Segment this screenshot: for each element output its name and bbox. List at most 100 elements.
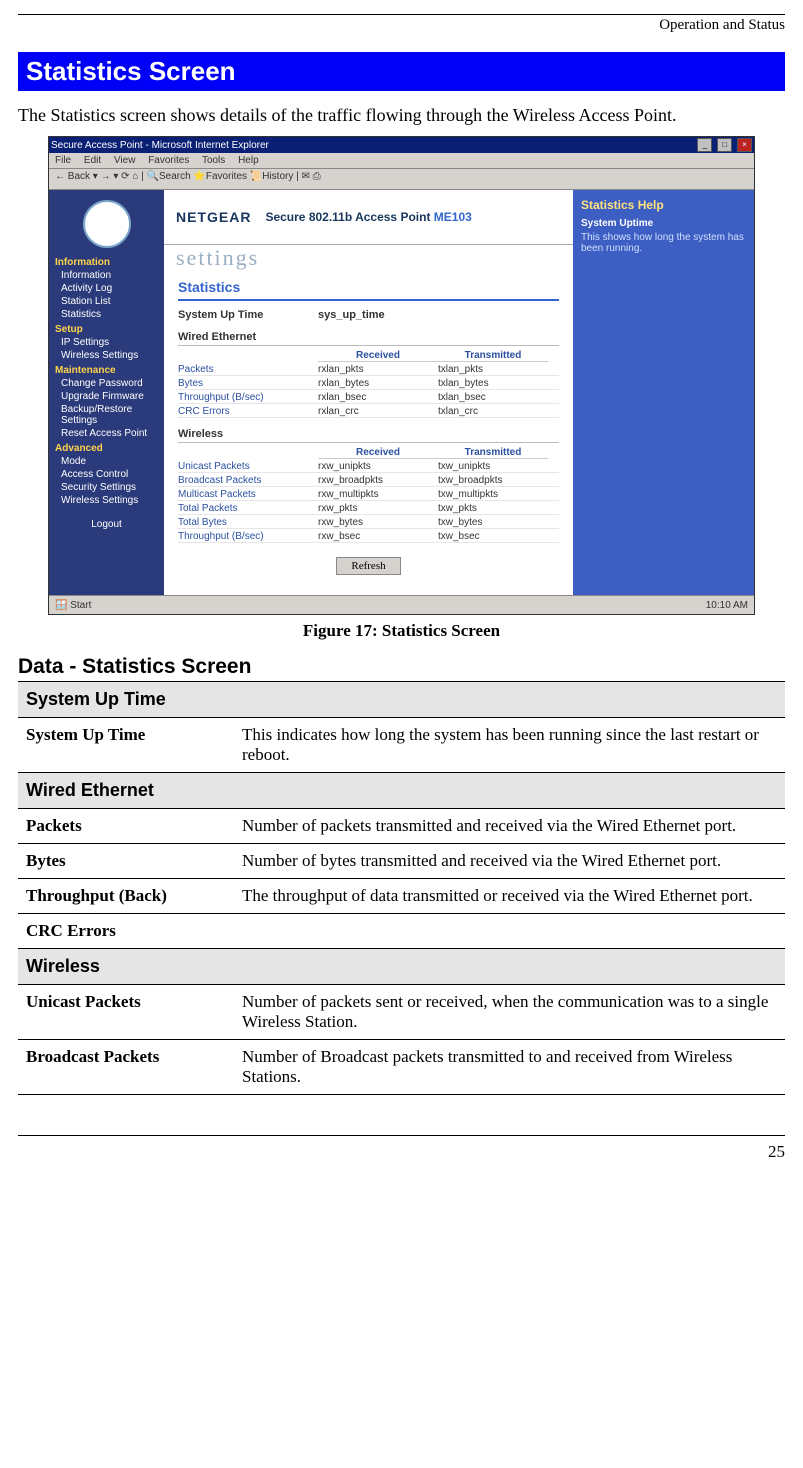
browser-menubar: File Edit View Favorites Tools Help — [49, 153, 754, 169]
stat-tx: txw_pkts — [438, 503, 548, 514]
table-row: Unicast PacketsNumber of packets sent or… — [18, 985, 785, 1040]
stat-label: Bytes — [178, 378, 318, 389]
stat-rx: rxw_broadpkts — [318, 475, 438, 486]
help-title: Statistics Help — [581, 198, 746, 212]
logo-icon — [83, 200, 131, 248]
table-row: Wireless — [18, 949, 785, 985]
stat-tx: txw_bsec — [438, 531, 548, 542]
stat-row: Bytesrxlan_bytestxlan_bytes — [178, 378, 559, 390]
stat-tx: txw_multipkts — [438, 489, 548, 500]
sidebar-item[interactable]: Station List — [49, 295, 164, 308]
sidebar-item[interactable]: Mode — [49, 455, 164, 468]
table-key: CRC Errors — [18, 914, 234, 949]
stat-row: Total Bytesrxw_bytestxw_bytes — [178, 517, 559, 529]
stat-rx: rxlan_bsec — [318, 392, 438, 403]
sidebar-item[interactable]: Access Control — [49, 468, 164, 481]
stat-row: Throughput (B/sec)rxlan_bsectxlan_bsec — [178, 392, 559, 404]
menu-edit[interactable]: Edit — [84, 155, 101, 166]
table-key: Bytes — [18, 844, 234, 879]
clock: 10:10 AM — [706, 600, 748, 611]
window-title: Secure Access Point - Microsoft Internet… — [51, 140, 269, 151]
uptime-value: sys_up_time — [318, 309, 385, 321]
stat-tx: txlan_crc — [438, 406, 548, 417]
table-row: BytesNumber of bytes transmitted and rec… — [18, 844, 785, 879]
table-key: System Up Time — [18, 718, 234, 773]
maximize-icon[interactable]: □ — [717, 138, 732, 152]
stat-row: Total Packetsrxw_pktstxw_pkts — [178, 503, 559, 515]
taskbar: 🪟 Start 10:10 AM — [49, 595, 754, 614]
table-val: Number of Broadcast packets transmitted … — [234, 1040, 785, 1095]
refresh-button[interactable]: Refresh — [336, 557, 400, 575]
nav-group: Information — [49, 254, 164, 269]
stat-row: Multicast Packetsrxw_multipktstxw_multip… — [178, 489, 559, 501]
stat-rx: rxlan_bytes — [318, 378, 438, 389]
sidebar-item[interactable]: Activity Log — [49, 282, 164, 295]
nav-group: Maintenance — [49, 362, 164, 377]
stat-tx: txw_bytes — [438, 517, 548, 528]
table-key: Unicast Packets — [18, 985, 234, 1040]
banner-sub: Secure 802.11b Access Point — [265, 210, 430, 224]
sidebar-item[interactable]: Wireless Settings — [49, 349, 164, 362]
browser-toolbar: ← Back ▾ → ▾ ⟳ ⌂ | 🔍Search ⭐Favorites 📜H… — [49, 169, 754, 190]
stat-rx: rxw_bytes — [318, 517, 438, 528]
table-section: System Up Time — [18, 682, 785, 718]
table-key: Packets — [18, 809, 234, 844]
col-transmitted-2: Transmitted — [438, 447, 548, 459]
menu-favorites[interactable]: Favorites — [148, 155, 189, 166]
table-val: Number of bytes transmitted and received… — [234, 844, 785, 879]
table-row: CRC Errors — [18, 914, 785, 949]
help-panel: Statistics Help System Uptime This shows… — [573, 190, 754, 595]
stat-rx: rxw_unipkts — [318, 461, 438, 472]
stat-row: Packetsrxlan_pktstxlan_pkts — [178, 364, 559, 376]
banner-model: ME103 — [434, 210, 472, 224]
logout-link[interactable]: Logout — [49, 507, 164, 542]
stat-tx: txw_broadpkts — [438, 475, 548, 486]
data-table: System Up TimeSystem Up TimeThis indicat… — [18, 681, 785, 1095]
nav-group: Setup — [49, 321, 164, 336]
sidebar-item[interactable]: Backup/Restore Settings — [49, 403, 164, 427]
sidebar-item[interactable]: Security Settings — [49, 481, 164, 494]
table-row: Throughput (Back)The throughput of data … — [18, 879, 785, 914]
section-heading: Data - Statistics Screen — [18, 655, 785, 679]
stat-rx: rxlan_pkts — [318, 364, 438, 375]
col-received-2: Received — [318, 447, 438, 459]
stat-label: Throughput (B/sec) — [178, 531, 318, 542]
stat-tx: txlan_bsec — [438, 392, 548, 403]
stat-rx: rxw_pkts — [318, 503, 438, 514]
sidebar-item[interactable]: Information — [49, 269, 164, 282]
sidebar: InformationInformationActivity LogStatio… — [49, 190, 164, 595]
close-icon[interactable]: × — [737, 138, 752, 152]
sidebar-item[interactable]: Upgrade Firmware — [49, 390, 164, 403]
table-val: Number of packets transmitted and receiv… — [234, 809, 785, 844]
stat-tx: txw_unipkts — [438, 461, 548, 472]
page-title: Statistics Screen — [18, 52, 785, 91]
menu-tools[interactable]: Tools — [202, 155, 225, 166]
table-key: Throughput (Back) — [18, 879, 234, 914]
help-text: This shows how long the system has been … — [581, 232, 746, 254]
menu-view[interactable]: View — [114, 155, 136, 166]
menu-help[interactable]: Help — [238, 155, 259, 166]
sidebar-item[interactable]: IP Settings — [49, 336, 164, 349]
table-val — [234, 914, 785, 949]
sidebar-item[interactable]: Wireless Settings — [49, 494, 164, 507]
banner-settings: settings — [176, 245, 259, 270]
menu-file[interactable]: File — [55, 155, 71, 166]
sidebar-item[interactable]: Change Password — [49, 377, 164, 390]
stat-label: Broadcast Packets — [178, 475, 318, 486]
table-row: PacketsNumber of packets transmitted and… — [18, 809, 785, 844]
minimize-icon[interactable]: _ — [697, 138, 712, 152]
nav-group: Advanced — [49, 440, 164, 455]
intro-text: The Statistics screen shows details of t… — [18, 105, 785, 126]
table-row: Broadcast PacketsNumber of Broadcast pac… — [18, 1040, 785, 1095]
sidebar-item[interactable]: Statistics — [49, 308, 164, 321]
stat-label: Packets — [178, 364, 318, 375]
start-button[interactable]: 🪟 Start — [55, 600, 91, 611]
sidebar-item[interactable]: Reset Access Point — [49, 427, 164, 440]
window-titlebar: Secure Access Point - Microsoft Internet… — [49, 137, 754, 153]
banner: NETGEAR Secure 802.11b Access Point ME10… — [164, 190, 573, 245]
table-row: Wired Ethernet — [18, 773, 785, 809]
stat-label: Total Packets — [178, 503, 318, 514]
stat-rx: rxw_multipkts — [318, 489, 438, 500]
col-received: Received — [318, 350, 438, 362]
table-row: System Up Time — [18, 682, 785, 718]
